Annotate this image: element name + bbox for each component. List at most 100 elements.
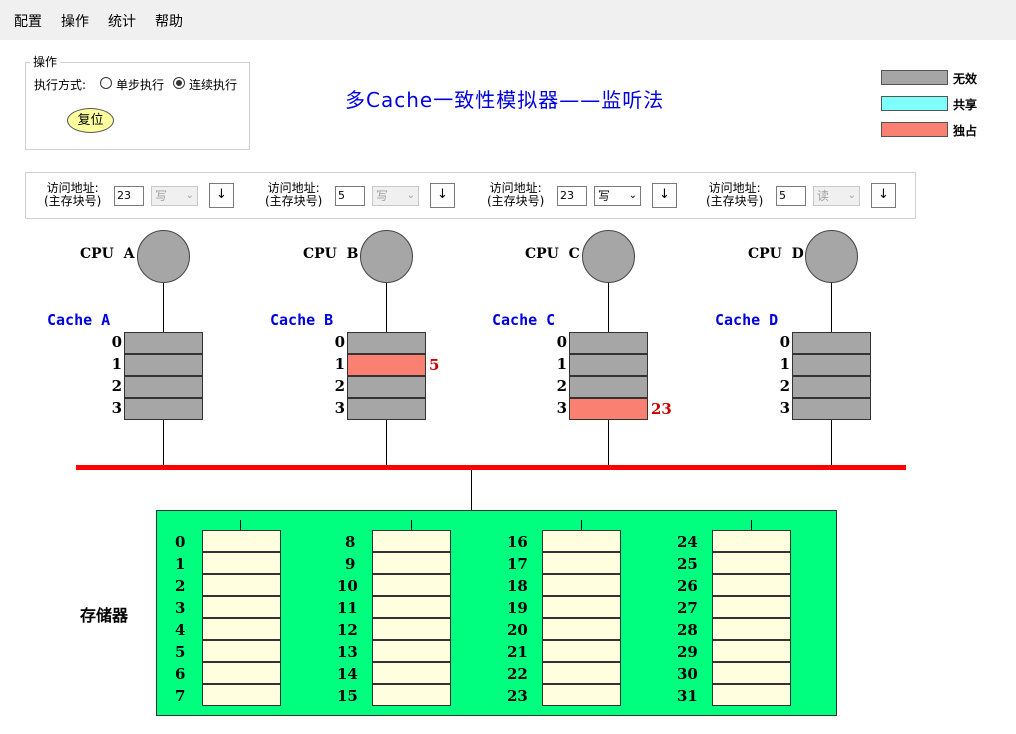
- rw-select-b[interactable]: 写 ⌄: [372, 186, 419, 206]
- memory-block-index: 3: [175, 599, 186, 617]
- cache-row-index: 2: [556, 377, 567, 395]
- cache-block: [124, 376, 203, 398]
- address-input-a[interactable]: 23: [114, 186, 144, 206]
- memory-block-index: 6: [175, 665, 186, 683]
- rw-select-d[interactable]: 读 ⌄: [813, 186, 860, 206]
- menu-operation[interactable]: 操作: [61, 11, 89, 31]
- memory-block: [202, 618, 281, 640]
- memory-branch-drop: [751, 520, 752, 530]
- cache-block: [569, 376, 648, 398]
- cache-block: [792, 354, 871, 376]
- memory-block-index: 5: [175, 643, 186, 661]
- memory-block: [372, 684, 451, 706]
- cache-label: Cache D: [715, 311, 779, 329]
- chevron-down-icon: ⌄: [847, 190, 856, 201]
- memory-block: [542, 530, 621, 552]
- menu-statistics[interactable]: 统计: [108, 11, 136, 31]
- chevron-down-icon: ⌄: [406, 190, 415, 201]
- access-label-line2: (主存块号): [265, 194, 323, 208]
- cache-row-index: 1: [334, 355, 345, 373]
- memory-block-index: 28: [677, 621, 698, 639]
- address-input-d[interactable]: 5: [776, 186, 806, 206]
- rw-select-c[interactable]: 写 ⌄: [594, 186, 641, 206]
- execution-mode-label: 执行方式:: [34, 78, 87, 92]
- memory-block: [202, 530, 281, 552]
- memory-block: [712, 596, 791, 618]
- access-go-button-d[interactable]: ↓: [871, 183, 896, 208]
- memory-block: [202, 574, 281, 596]
- cpu-label: CPU B: [303, 246, 359, 262]
- cpu-label: CPU A: [80, 246, 135, 262]
- legend-invalid-swatch: [881, 70, 948, 85]
- single-step-radio[interactable]: [100, 77, 112, 89]
- continuous-label[interactable]: 连续执行: [189, 76, 237, 93]
- access-label-line2: (主存块号): [706, 194, 764, 208]
- memory-block: [542, 662, 621, 684]
- system-bus: [76, 465, 906, 470]
- access-label-c: 访问地址: (主存块号): [487, 182, 544, 208]
- menu-help[interactable]: 帮助: [155, 11, 183, 31]
- memory-block: [202, 684, 281, 706]
- memory-branch-drop: [411, 520, 412, 530]
- memory-block: [202, 596, 281, 618]
- cache-block: [569, 398, 648, 420]
- access-go-button-a[interactable]: ↓: [209, 183, 234, 208]
- memory-block-index: 1: [175, 555, 186, 573]
- memory-block-index: 11: [337, 599, 358, 617]
- reset-button[interactable]: 复位: [67, 108, 114, 133]
- single-step-label[interactable]: 单步执行: [116, 76, 164, 93]
- legend-exclusive-swatch: [881, 122, 948, 137]
- cache-bus-line: [608, 420, 609, 465]
- memory-block-index: 27: [677, 599, 698, 617]
- memory-block-index: 18: [507, 577, 528, 595]
- memory-block: [372, 574, 451, 596]
- legend-exclusive-label: 独占: [953, 124, 978, 138]
- cpu-circle: [137, 230, 190, 283]
- memory-block-index: 13: [337, 643, 358, 661]
- menu-config[interactable]: 配置: [14, 11, 42, 31]
- cache-bus-line: [831, 420, 832, 465]
- legend-shared-label: 共享: [953, 98, 978, 112]
- rw-select-a[interactable]: 写 ⌄: [151, 186, 198, 206]
- access-go-button-c[interactable]: ↓: [652, 183, 677, 208]
- memory-block-index: 15: [337, 687, 358, 705]
- memory-block-index: 8: [345, 533, 356, 551]
- memory-branch-drop: [581, 520, 582, 530]
- access-go-button-b[interactable]: ↓: [430, 183, 455, 208]
- memory-block: [372, 662, 451, 684]
- cache-row-index: 0: [334, 333, 345, 351]
- memory-block: [372, 596, 451, 618]
- address-input-c[interactable]: 23: [557, 186, 587, 206]
- access-label-line2: (主存块号): [487, 194, 545, 208]
- continuous-radio[interactable]: [173, 77, 185, 89]
- cache-row-index: 0: [111, 333, 122, 351]
- memory-block: [542, 574, 621, 596]
- rw-select-b-value: 写: [376, 189, 389, 203]
- address-input-b[interactable]: 5: [335, 186, 365, 206]
- cache-block: [792, 332, 871, 354]
- memory-block: [542, 640, 621, 662]
- access-label-line2: (主存块号): [44, 194, 102, 208]
- cache-block: [347, 376, 426, 398]
- memory-block: [372, 552, 451, 574]
- memory-block-index: 30: [677, 665, 698, 683]
- cache-block: [792, 376, 871, 398]
- cache-row-index: 3: [779, 399, 790, 417]
- cache-row-index: 1: [556, 355, 567, 373]
- cache-row-index: 2: [334, 377, 345, 395]
- memory-block-index: 21: [507, 643, 528, 661]
- cache-row-index: 0: [779, 333, 790, 351]
- rw-select-c-value: 写: [598, 189, 611, 203]
- memory-block: [712, 618, 791, 640]
- cache-block: [124, 398, 203, 420]
- chevron-down-icon: ⌄: [628, 190, 637, 201]
- cache-block-address: 23: [651, 400, 672, 418]
- memory-block-index: 2: [175, 577, 186, 595]
- cache-block: [347, 398, 426, 420]
- memory-block: [202, 640, 281, 662]
- memory-block-index: 0: [175, 533, 186, 551]
- memory-block: [372, 530, 451, 552]
- legend-invalid-label: 无效: [953, 72, 978, 86]
- memory-block-index: 19: [507, 599, 528, 617]
- cpu-circle: [805, 230, 858, 283]
